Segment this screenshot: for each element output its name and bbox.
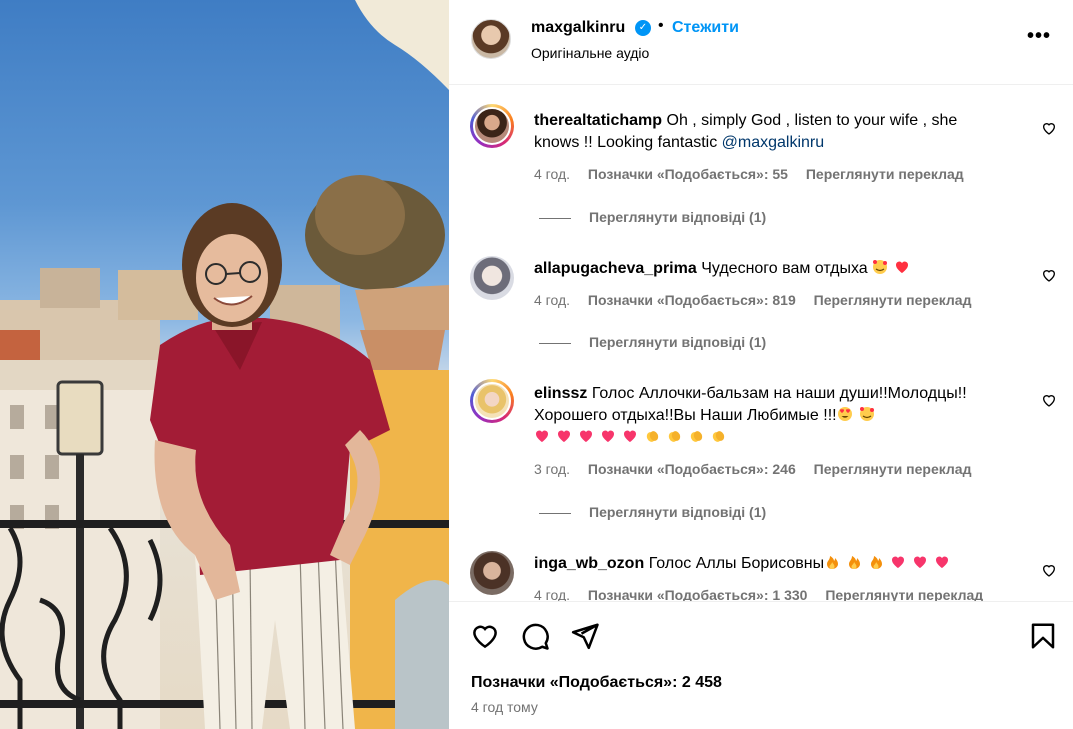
replies-line bbox=[539, 342, 571, 344]
follow-button[interactable]: Стежити bbox=[672, 19, 739, 37]
comment-body: Чудесного вам отдыха bbox=[701, 260, 868, 277]
smiling-face-with-hearts-icon bbox=[859, 407, 874, 421]
pink-heart-icon bbox=[601, 430, 615, 442]
replies-line bbox=[539, 512, 571, 514]
comment-username[interactable]: elinssz bbox=[534, 385, 587, 402]
comment-bubble-icon[interactable] bbox=[520, 621, 550, 651]
post-photo-illustration bbox=[0, 0, 449, 729]
comment-username[interactable]: inga_wb_ozon bbox=[534, 555, 644, 572]
clapping-hands-icon bbox=[712, 431, 725, 442]
comment-text: elinssz Голос Аллочки-бальзам на наши ду… bbox=[534, 383, 1004, 449]
audio-label[interactable]: Оригінальне аудіо bbox=[531, 45, 649, 61]
pink-heart-icon bbox=[579, 430, 593, 442]
comment-body: Голос Аллочки-бальзам на наши души!!Моло… bbox=[534, 385, 967, 424]
view-replies-label: Переглянути відповіді (1) bbox=[589, 334, 767, 350]
post-side-panel: maxgalkinru ✓ • Стежити Оригінальне ауді… bbox=[449, 0, 1073, 729]
comment-likes[interactable]: Позначки «Подобається»: 1 330 bbox=[588, 587, 808, 601]
comment-time[interactable]: 4 год. bbox=[534, 587, 570, 601]
post-likes-count[interactable]: Позначки «Подобається»: 2 458 bbox=[471, 674, 722, 692]
comment-like-heart-icon[interactable] bbox=[1041, 392, 1057, 408]
clapping-hands-icon bbox=[690, 431, 703, 442]
separator-dot: • bbox=[658, 17, 664, 34]
smiling-face-with-hearts-icon bbox=[873, 260, 888, 274]
view-replies-button[interactable]: Переглянути відповіді (1) bbox=[539, 209, 766, 225]
fire-icon bbox=[871, 556, 883, 569]
comment-meta: 4 год. Позначки «Подобається»: 55 Перегл… bbox=[534, 166, 978, 182]
translate-button[interactable]: Переглянути переклад bbox=[814, 461, 972, 477]
comment-time[interactable]: 4 год. bbox=[534, 292, 570, 308]
comment-text: allapugacheva_prima Чудесного вам отдыха bbox=[534, 258, 1004, 280]
comment-meta: 4 год. Позначки «Подобається»: 1 330 Пер… bbox=[534, 587, 997, 601]
heart-eyes-face-icon bbox=[837, 407, 852, 421]
like-heart-icon[interactable] bbox=[470, 621, 500, 651]
author-username[interactable]: maxgalkinru bbox=[531, 19, 625, 37]
comment-likes[interactable]: Позначки «Подобається»: 55 bbox=[588, 166, 788, 182]
translate-button[interactable]: Переглянути переклад bbox=[806, 166, 964, 182]
share-paper-plane-icon[interactable] bbox=[570, 621, 600, 651]
replies-line bbox=[539, 217, 571, 219]
comment-text: therealtatichamp Oh , simply God , liste… bbox=[534, 110, 1004, 154]
comment-like-heart-icon[interactable] bbox=[1041, 562, 1057, 578]
comment-username[interactable]: therealtatichamp bbox=[534, 112, 662, 129]
pink-heart-icon bbox=[914, 556, 927, 568]
view-replies-button[interactable]: Переглянути відповіді (1) bbox=[539, 334, 766, 350]
comment-time[interactable]: 4 год. bbox=[534, 166, 570, 182]
pink-heart-icon bbox=[623, 430, 637, 442]
pink-heart-icon bbox=[535, 430, 549, 442]
commenter-avatar[interactable] bbox=[470, 379, 514, 423]
comment-body: Голос Аллы Борисовны bbox=[648, 555, 825, 572]
translate-button[interactable]: Переглянути переклад bbox=[825, 587, 983, 601]
view-replies-button[interactable]: Переглянути відповіді (1) bbox=[539, 504, 766, 520]
save-bookmark-icon[interactable] bbox=[1028, 621, 1058, 651]
post-actions: Позначки «Подобається»: 2 458 4 год тому bbox=[449, 601, 1073, 729]
red-heart-icon bbox=[896, 261, 909, 273]
pink-heart-icon bbox=[557, 430, 571, 442]
comment-text: inga_wb_ozon Голос Аллы Борисовны bbox=[534, 553, 1004, 575]
comment-time[interactable]: 3 год. bbox=[534, 461, 570, 477]
comment-likes[interactable]: Позначки «Подобається»: 819 bbox=[588, 292, 796, 308]
post-header: maxgalkinru ✓ • Стежити Оригінальне ауді… bbox=[449, 0, 1073, 85]
post-timestamp[interactable]: 4 год тому bbox=[471, 699, 538, 715]
pink-heart-icon bbox=[892, 556, 905, 568]
commenter-avatar[interactable] bbox=[470, 104, 514, 148]
comment-like-heart-icon[interactable] bbox=[1041, 267, 1057, 283]
more-options-icon[interactable]: ••• bbox=[1027, 25, 1051, 48]
fire-icon bbox=[849, 556, 861, 569]
commenter-avatar[interactable] bbox=[470, 551, 514, 595]
comment-username[interactable]: allapugacheva_prima bbox=[534, 260, 697, 277]
verified-badge-icon: ✓ bbox=[635, 20, 651, 36]
post-photo bbox=[0, 0, 449, 729]
translate-button[interactable]: Переглянути переклад bbox=[814, 292, 972, 308]
pink-heart-icon bbox=[936, 556, 949, 568]
comment-like-heart-icon[interactable] bbox=[1041, 120, 1057, 136]
view-replies-label: Переглянути відповіді (1) bbox=[589, 504, 767, 520]
comment-emoji-row bbox=[534, 429, 732, 446]
comments-list[interactable]: therealtatichamp Oh , simply God , liste… bbox=[449, 86, 1073, 601]
clapping-hands-icon bbox=[646, 431, 659, 442]
fire-icon bbox=[827, 556, 839, 569]
view-replies-label: Переглянути відповіді (1) bbox=[589, 209, 767, 225]
author-avatar[interactable] bbox=[471, 19, 511, 59]
comment-likes[interactable]: Позначки «Подобається»: 246 bbox=[588, 461, 796, 477]
commenter-avatar[interactable] bbox=[470, 256, 514, 300]
clapping-hands-icon bbox=[668, 431, 681, 442]
comment-mention[interactable]: @maxgalkinru bbox=[722, 134, 825, 151]
comment-meta: 4 год. Позначки «Подобається»: 819 Перег… bbox=[534, 292, 985, 308]
comment-meta: 3 год. Позначки «Подобається»: 246 Перег… bbox=[534, 461, 985, 477]
